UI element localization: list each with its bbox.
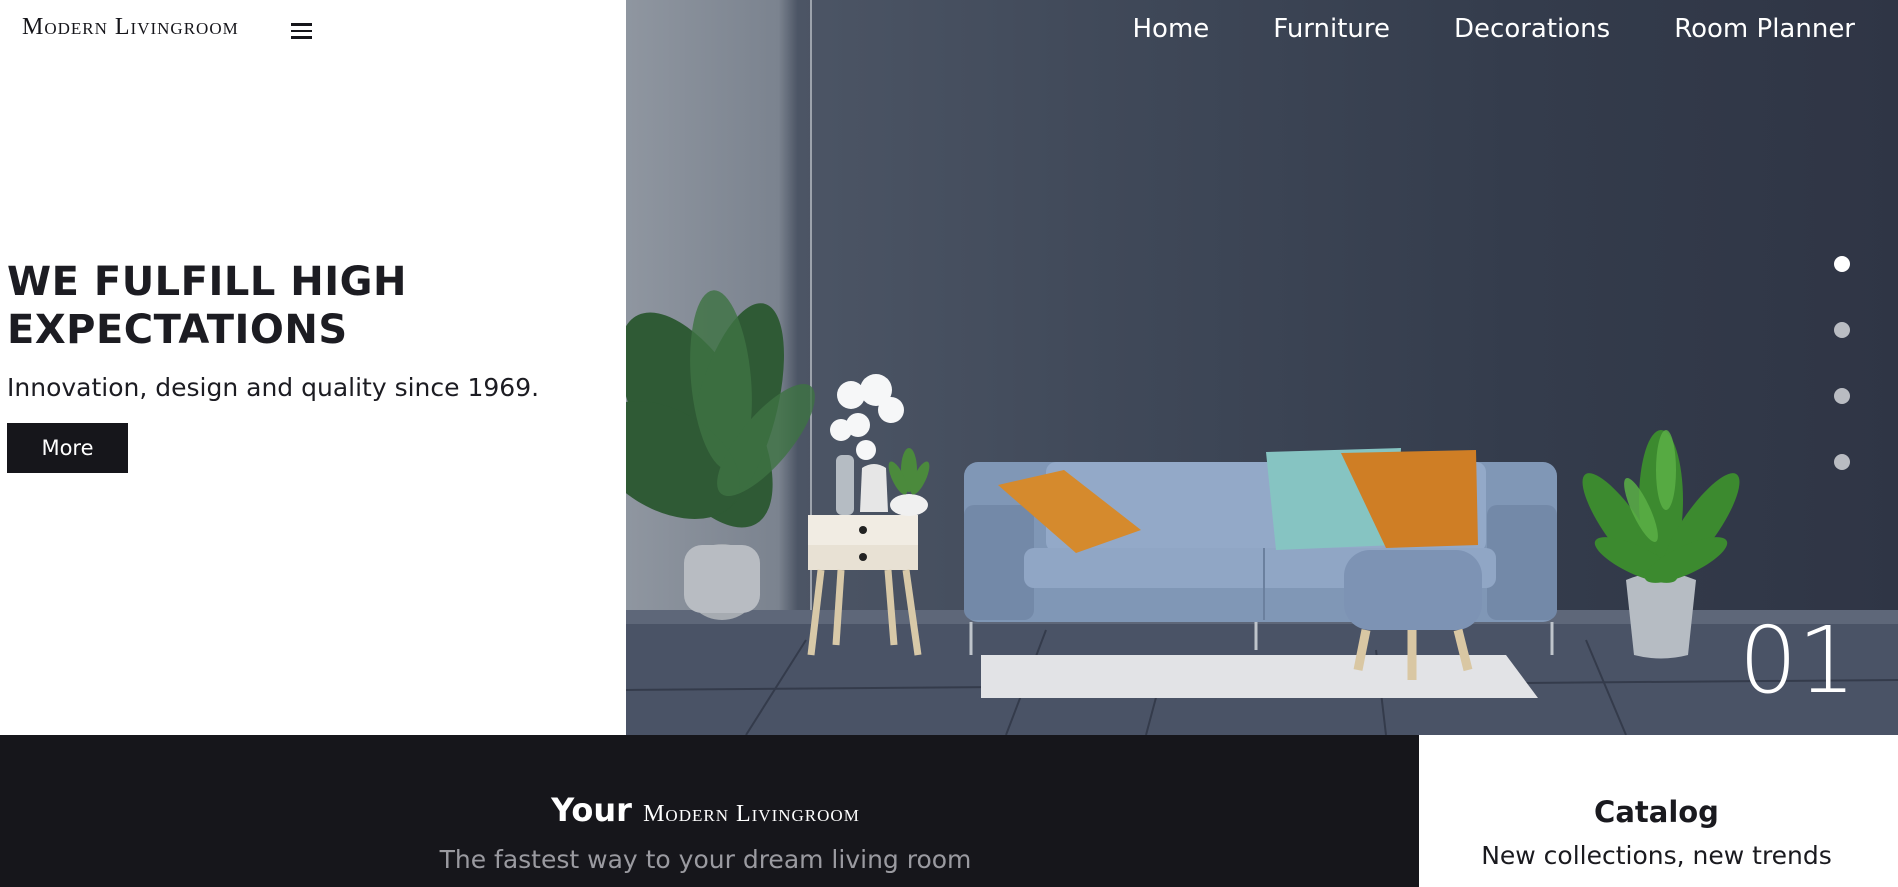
main-nav: Home Furniture Decorations Room Planner <box>1133 14 1856 44</box>
hamburger-menu-icon[interactable] <box>291 23 312 40</box>
brand-logo[interactable]: Modern Livingroom <box>22 14 239 41</box>
intro-prefix: Your <box>551 791 632 829</box>
intro-heading: Your Modern Livingroom <box>0 791 1411 829</box>
catalog-subtitle: New collections, new trends <box>1481 841 1832 870</box>
living-room-illustration <box>626 0 1898 735</box>
slide-dot-3[interactable] <box>1834 388 1850 404</box>
slide-dot-1[interactable] <box>1834 256 1850 272</box>
hero-subtitle: Innovation, design and quality since 196… <box>7 373 540 402</box>
more-button[interactable]: More <box>7 423 128 473</box>
intro-tagline: The fastest way to your dream living roo… <box>439 845 972 874</box>
slide-dot-2[interactable] <box>1834 322 1850 338</box>
nav-furniture[interactable]: Furniture <box>1273 14 1390 44</box>
hero-title: WE FULFILL HIGH EXPECTATIONS <box>7 259 407 353</box>
slide-pagination <box>1834 256 1850 470</box>
hero-image: Home Furniture Decorations Room Planner … <box>626 0 1898 735</box>
slide-dot-4[interactable] <box>1834 454 1850 470</box>
nav-decorations[interactable]: Decorations <box>1454 14 1610 44</box>
nav-room-planner[interactable]: Room Planner <box>1674 14 1855 44</box>
catalog-card[interactable]: Catalog New collections, new trends <box>1419 735 1898 887</box>
nav-home[interactable]: Home <box>1133 14 1210 44</box>
intro-section: Your Modern Livingroom The fastest way t… <box>0 735 1419 887</box>
intro-brand: Modern Livingroom <box>643 801 860 827</box>
catalog-title: Catalog <box>1594 795 1719 829</box>
slide-number: 01 <box>1738 607 1856 714</box>
